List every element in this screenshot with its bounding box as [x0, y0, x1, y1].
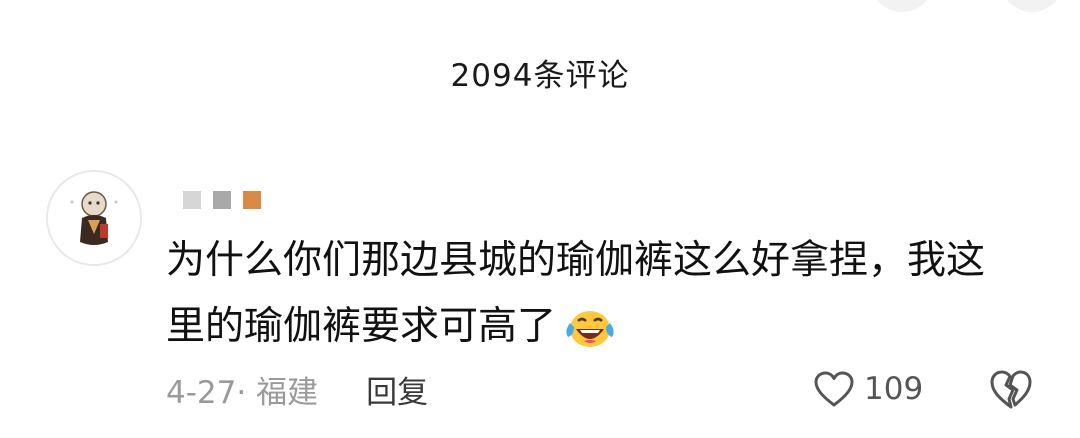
comment-line: 为什么你们那边县城的瑜伽裤这么好拿捏，我这 — [166, 238, 986, 283]
like-button[interactable]: 109 — [812, 366, 923, 412]
redacted-block — [243, 191, 261, 209]
comment-count-title: 2094条评论 — [450, 58, 630, 94]
broken-heart-icon — [990, 370, 1032, 409]
comment-date-location: 4-27· 福建 — [166, 374, 319, 411]
avatar[interactable] — [46, 170, 142, 266]
comment-line: 里的瑜伽裤要求可高了 — [166, 304, 557, 349]
like-count: 109 — [864, 371, 924, 407]
redacted-block — [183, 191, 201, 209]
reply-button[interactable]: 回复 — [366, 367, 428, 412]
comment-line-with-emoji: 里的瑜伽裤要求可高了 — [166, 294, 1046, 370]
comment-meta: 4-27· 福建 回复 — [166, 366, 428, 412]
comment-body: 为什么你们那边县城的瑜伽裤这么好拿捏，我这 里的瑜伽裤要求可高了 — [166, 228, 1046, 370]
top-action-button-partial[interactable] — [870, 0, 934, 12]
dislike-button[interactable] — [988, 366, 1034, 412]
top-action-button-partial[interactable] — [1000, 0, 1064, 12]
avatar-image — [48, 172, 140, 264]
laughing-tears-emoji-icon — [562, 304, 618, 370]
redacted-block — [213, 191, 231, 209]
heart-outline-icon — [814, 371, 854, 407]
username-redacted[interactable] — [183, 190, 261, 210]
comment-panel: 2094条评论 为什么你们那边县城的瑜伽裤这么好拿捏，我这 里的瑜伽裤要求可高了 — [0, 0, 1080, 438]
